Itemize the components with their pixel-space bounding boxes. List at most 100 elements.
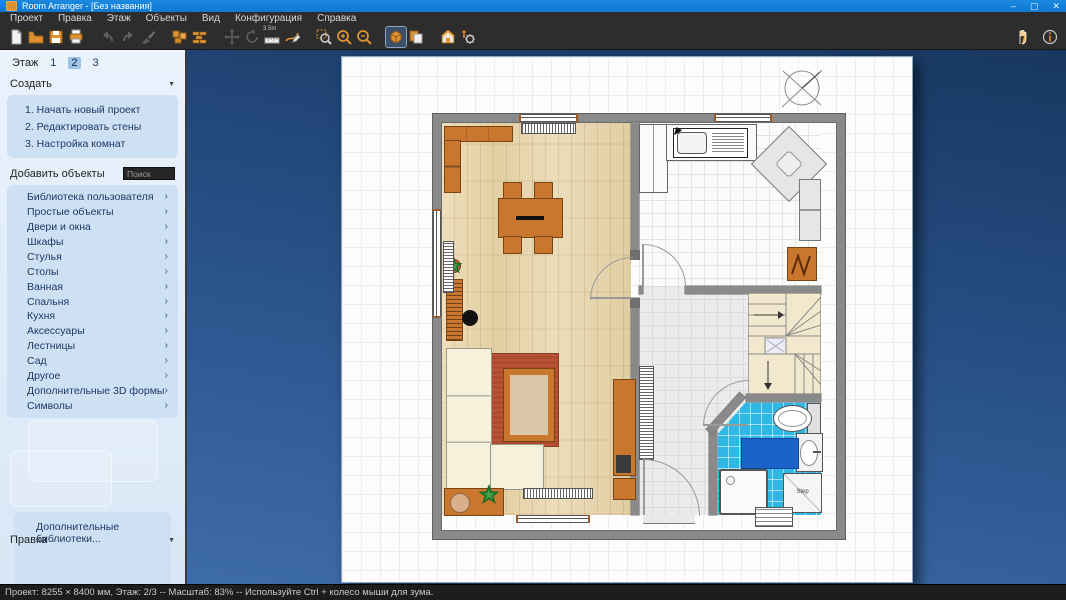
window-title: Room Arranger - [Без названия] bbox=[22, 1, 152, 11]
collapse-icon[interactable]: ▼ bbox=[168, 537, 175, 544]
lib-kitchen[interactable]: Кухня› bbox=[13, 309, 172, 324]
lib-additional-3d-shapes[interactable]: Дополнительные 3D формы› bbox=[13, 383, 172, 398]
copy-view-icon[interactable] bbox=[406, 27, 426, 47]
lib-tables[interactable]: Столы› bbox=[13, 264, 172, 279]
tv-screen bbox=[616, 455, 631, 473]
floor-button-1[interactable]: 1 bbox=[47, 57, 59, 69]
rotate-icon[interactable] bbox=[242, 27, 262, 47]
window[interactable] bbox=[516, 515, 590, 523]
lib-doors-windows[interactable]: Двери и окна› bbox=[13, 220, 172, 235]
chevron-right-icon: › bbox=[165, 371, 168, 381]
menu-edit[interactable]: Правка bbox=[58, 13, 92, 24]
tall-cabinet[interactable] bbox=[639, 124, 668, 193]
window[interactable] bbox=[714, 114, 772, 122]
hand-tool-icon[interactable] bbox=[1012, 27, 1032, 47]
lib-bathroom[interactable]: Ванная› bbox=[13, 279, 172, 294]
view-3d-icon[interactable] bbox=[386, 27, 406, 47]
lib-other[interactable]: Другое› bbox=[13, 369, 172, 384]
info-icon[interactable] bbox=[1040, 27, 1060, 47]
chevron-right-icon: › bbox=[165, 386, 168, 396]
bath-mat[interactable] bbox=[741, 438, 799, 469]
chevron-right-icon: › bbox=[165, 297, 168, 307]
kitchen-cabinet[interactable] bbox=[799, 179, 821, 241]
lib-symbols[interactable]: Символы› bbox=[13, 398, 172, 413]
sideboard-vertical[interactable] bbox=[444, 140, 461, 193]
window[interactable] bbox=[519, 114, 578, 122]
walkthrough-house-icon[interactable] bbox=[438, 27, 458, 47]
setup-rooms-link[interactable]: 3. Настройка комнат bbox=[15, 135, 170, 152]
lib-user-library[interactable]: Библиотека пользователя› bbox=[13, 190, 172, 205]
design-rooms-icon[interactable] bbox=[170, 27, 190, 47]
potted-plant[interactable] bbox=[478, 484, 500, 506]
washer-label: Step bbox=[784, 489, 821, 495]
lib-garden[interactable]: Сад› bbox=[13, 354, 172, 369]
door-leaf bbox=[590, 297, 632, 299]
floor-label: Этаж bbox=[12, 57, 38, 69]
close-button[interactable]: ✕ bbox=[1052, 1, 1060, 12]
edit-walls-icon[interactable] bbox=[190, 27, 210, 47]
measure-icon[interactable]: 3.5m bbox=[262, 27, 282, 47]
maximize-button[interactable]: ▢ bbox=[1030, 1, 1039, 12]
washbasin[interactable] bbox=[796, 433, 823, 472]
entrance-step[interactable] bbox=[755, 507, 793, 527]
minimize-button[interactable]: – bbox=[1011, 1, 1016, 12]
edit-section-header[interactable]: Правка ▼ bbox=[0, 530, 185, 549]
clean-brush-icon[interactable] bbox=[138, 27, 158, 47]
menu-help[interactable]: Справка bbox=[317, 13, 356, 24]
draw-icon[interactable] bbox=[282, 27, 302, 47]
kitchen-sink[interactable] bbox=[673, 128, 748, 158]
lib-cabinets[interactable]: Шкафы› bbox=[13, 235, 172, 250]
coffee-table[interactable] bbox=[504, 369, 554, 441]
radiator[interactable] bbox=[523, 488, 593, 499]
plan-page[interactable]: Step bbox=[341, 56, 913, 583]
lib-bedroom[interactable]: Спальня› bbox=[13, 294, 172, 309]
menu-floor[interactable]: Этаж bbox=[107, 13, 131, 24]
walk-settings-icon[interactable] bbox=[458, 27, 478, 47]
sink-drainer bbox=[712, 132, 744, 152]
save-icon[interactable] bbox=[46, 27, 66, 47]
collapse-icon[interactable]: ▼ bbox=[168, 81, 175, 88]
undo-icon[interactable] bbox=[98, 27, 118, 47]
sofa[interactable] bbox=[446, 348, 492, 490]
menu-view[interactable]: Вид bbox=[202, 13, 220, 24]
dining-chair[interactable] bbox=[503, 236, 522, 254]
toilet[interactable] bbox=[773, 405, 812, 432]
table-detail bbox=[516, 216, 544, 220]
staircase[interactable] bbox=[748, 293, 821, 394]
cabinet-small[interactable] bbox=[613, 478, 636, 500]
lib-chairs[interactable]: Стулья› bbox=[13, 250, 172, 265]
redo-icon[interactable] bbox=[118, 27, 138, 47]
zoom-selection-icon[interactable] bbox=[314, 27, 334, 47]
zoom-in-icon[interactable] bbox=[334, 27, 354, 47]
lib-stairs[interactable]: Лестницы› bbox=[13, 339, 172, 354]
tv-stand[interactable] bbox=[613, 379, 636, 476]
menu-configuration[interactable]: Конфигурация bbox=[235, 13, 302, 24]
drawing-canvas[interactable]: Step bbox=[187, 50, 1066, 585]
print-icon[interactable] bbox=[66, 27, 86, 47]
floor-button-2[interactable]: 2 bbox=[68, 57, 80, 69]
bathroom-left-wall bbox=[709, 431, 717, 515]
search-input[interactable] bbox=[123, 167, 175, 180]
new-project-icon[interactable] bbox=[6, 27, 26, 47]
radiator[interactable] bbox=[521, 123, 576, 134]
stove[interactable] bbox=[787, 247, 817, 281]
stool[interactable] bbox=[462, 310, 478, 326]
open-icon[interactable] bbox=[26, 27, 46, 47]
dining-chair[interactable] bbox=[534, 236, 553, 254]
lib-accessories[interactable]: Аксессуары› bbox=[13, 324, 172, 339]
chevron-right-icon: › bbox=[165, 192, 168, 202]
move-icon[interactable] bbox=[222, 27, 242, 47]
radiator[interactable] bbox=[443, 241, 454, 293]
floor-button-3[interactable]: 3 bbox=[90, 57, 102, 69]
menu-project[interactable]: Проект bbox=[10, 13, 43, 24]
window[interactable] bbox=[433, 209, 441, 318]
lib-simple-objects[interactable]: Простые объекты› bbox=[13, 205, 172, 220]
hall-radiator[interactable] bbox=[639, 366, 654, 460]
menu-objects[interactable]: Объекты bbox=[146, 13, 187, 24]
create-section-header[interactable]: Создать ▼ bbox=[0, 74, 185, 93]
start-new-project-link[interactable]: 1. Начать новый проект bbox=[15, 101, 170, 118]
compass-icon[interactable] bbox=[774, 63, 830, 115]
zoom-out-icon[interactable] bbox=[354, 27, 374, 47]
dining-table[interactable] bbox=[498, 198, 563, 238]
edit-walls-link[interactable]: 2. Редактировать стены bbox=[15, 118, 170, 135]
